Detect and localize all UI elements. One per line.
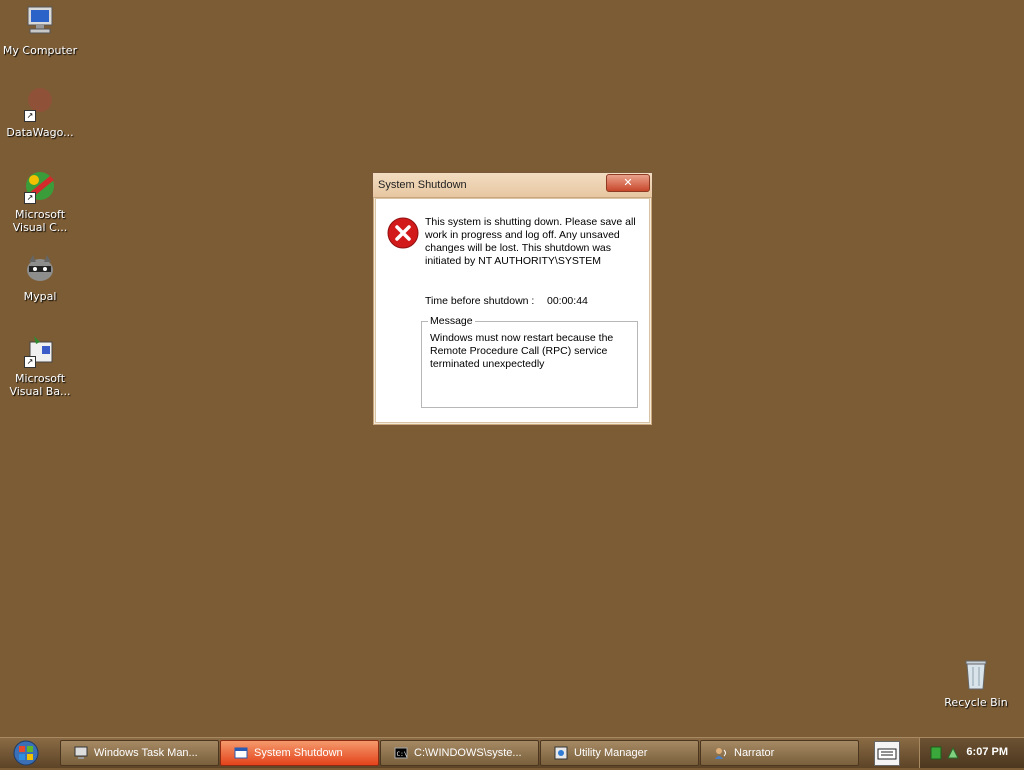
- window-icon: [234, 747, 248, 759]
- taskbar-button-label: C:\WINDOWS\syste...: [414, 747, 522, 759]
- desktop-icon-recycle-bin[interactable]: Recycle Bin: [936, 656, 1016, 709]
- taskbar-button-utility-manager[interactable]: Utility Manager: [540, 740, 699, 766]
- desktop-icon-label: Mypal: [23, 290, 57, 303]
- dialog-titlebar[interactable]: System Shutdown ✕: [373, 173, 652, 198]
- desktop-icon-my-computer[interactable]: My Computer: [0, 4, 80, 57]
- network-tray-icon[interactable]: [946, 746, 960, 760]
- svg-text:C:\: C:\: [397, 751, 408, 758]
- system-tray: 6:07 PM: [919, 738, 1024, 768]
- system-shutdown-dialog: System Shutdown ✕ This system is shuttin…: [372, 172, 653, 426]
- message-legend: Message: [428, 315, 475, 327]
- desktop: My Computer ↗ DataWago... ↗ Microsoft Vi…: [0, 0, 1024, 738]
- taskbar-button-label: Utility Manager: [574, 747, 648, 759]
- on-screen-keyboard-button[interactable]: [874, 741, 900, 766]
- taskbar-button-task-manager[interactable]: Windows Task Man...: [60, 740, 219, 766]
- datawagon-icon: ↗: [22, 86, 58, 122]
- message-text: Windows must now restart because the Rem…: [430, 332, 614, 370]
- raccoon-icon: [22, 250, 58, 286]
- visual-c-icon: ↗: [22, 168, 58, 204]
- dialog-body: This system is shutting down. Please sav…: [375, 198, 650, 423]
- message-groupbox: Message Windows must now restart because…: [421, 315, 638, 408]
- clock[interactable]: 6:07 PM: [966, 746, 1008, 758]
- shortcut-arrow-icon: ↗: [24, 356, 36, 368]
- desktop-icon-visual-c[interactable]: ↗ Microsoft Visual C...: [0, 168, 80, 234]
- time-before-shutdown-label: Time before shutdown :: [425, 295, 535, 307]
- computer-icon: [22, 4, 58, 40]
- taskbar-button-narrator[interactable]: Narrator: [700, 740, 859, 766]
- taskbar-button-system-shutdown[interactable]: System Shutdown: [220, 740, 379, 766]
- recycle-bin-icon: [958, 656, 994, 692]
- shortcut-arrow-icon: ↗: [24, 192, 36, 204]
- desktop-icon-visual-basic[interactable]: ↗ Microsoft Visual Ba...: [0, 332, 80, 398]
- desktop-icon-label: Microsoft Visual Ba...: [9, 372, 71, 398]
- utility-manager-icon: [554, 746, 568, 760]
- desktop-icon-label: My Computer: [2, 44, 78, 57]
- dialog-title: System Shutdown: [378, 179, 467, 191]
- green-tray-icon[interactable]: [930, 746, 942, 760]
- desktop-icon-label: DataWago...: [6, 126, 74, 139]
- desktop-icon-label: Recycle Bin: [944, 696, 1008, 709]
- visual-basic-icon: ↗: [22, 332, 58, 368]
- shortcut-arrow-icon: ↗: [24, 110, 36, 122]
- desktop-icon-datawagon[interactable]: ↗ DataWago...: [0, 86, 80, 139]
- close-button[interactable]: ✕: [606, 174, 650, 192]
- desktop-icon-mypal[interactable]: Mypal: [0, 250, 80, 303]
- taskbar-button-label: System Shutdown: [254, 747, 343, 759]
- windows-orb-icon: [13, 740, 39, 766]
- taskbar: Windows Task Man... System Shutdown C:\ …: [0, 737, 1024, 768]
- error-icon: [387, 217, 419, 249]
- task-manager-icon: [74, 746, 88, 759]
- taskbar-button-label: Narrator: [734, 747, 775, 759]
- narrator-icon: [715, 748, 726, 759]
- shutdown-warning-text: This system is shutting down. Please sav…: [425, 216, 636, 267]
- start-button[interactable]: [6, 740, 46, 766]
- keyboard-icon: [877, 748, 897, 760]
- time-before-shutdown-value: 00:00:44: [547, 295, 588, 307]
- taskbar-button-label: Windows Task Man...: [94, 747, 198, 759]
- taskbar-button-command-prompt[interactable]: C:\ C:\WINDOWS\syste...: [380, 740, 539, 766]
- desktop-icon-label: Microsoft Visual C...: [12, 208, 68, 234]
- command-prompt-icon: C:\: [394, 747, 408, 759]
